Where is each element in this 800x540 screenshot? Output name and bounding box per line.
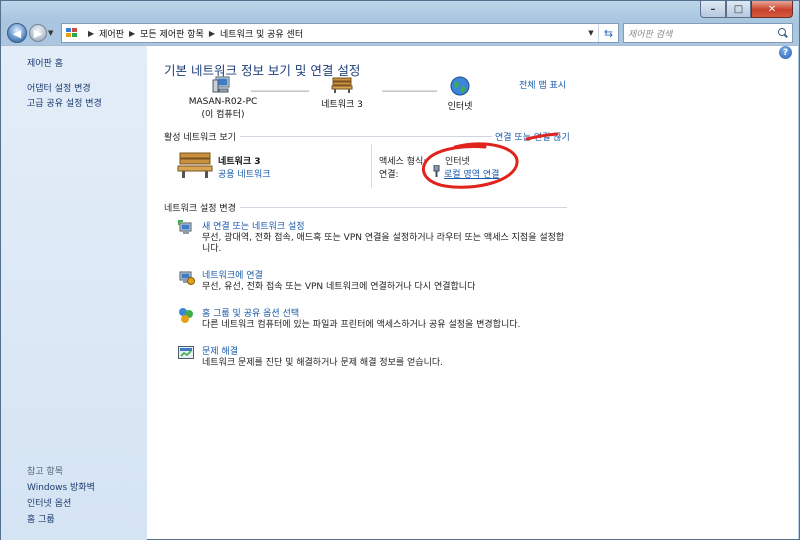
- bench-icon: [331, 77, 353, 93]
- homegroup-icon: [179, 308, 193, 323]
- full-map-link[interactable]: 전체 맵 표시: [519, 78, 566, 91]
- chevron-down-icon: ▼: [588, 29, 594, 37]
- sidebar-item-windows-firewall[interactable]: Windows 방화벽: [27, 480, 95, 493]
- control-panel-icon: [65, 27, 79, 39]
- local-area-connection-link[interactable]: 로컬 영역 연결: [444, 167, 499, 180]
- close-button[interactable]: ✕: [751, 1, 793, 18]
- active-networks-heading: 활성 네트워크 보기: [164, 130, 240, 143]
- network-name: 네트워크 3: [321, 100, 363, 110]
- troubleshoot-icon: [178, 346, 194, 359]
- forward-button[interactable]: ▶: [29, 24, 47, 42]
- sidebar-item-control-panel-home[interactable]: 제어판 홈: [27, 56, 63, 69]
- task-title[interactable]: 홈 그룹 및 공유 옵션 선택: [202, 306, 299, 319]
- breadcrumb-arrow-icon[interactable]: ▶: [88, 29, 94, 38]
- task-description: 무선, 광대역, 전화 접속, 애드혹 또는 VPN 연결을 설정하거나 라우터…: [202, 233, 565, 254]
- task-title[interactable]: 문제 해결: [202, 344, 238, 357]
- chevron-down-icon: ▼: [48, 29, 54, 37]
- client-area: 제어판 홈 어댑터 설정 변경 고급 공유 설정 변경 참고 항목 Window…: [1, 45, 798, 540]
- map-connector-line: [251, 90, 309, 92]
- bench-icon: [177, 152, 213, 178]
- map-node-internet[interactable]: 인터넷: [427, 76, 493, 112]
- access-type-label: 액세스 형식:: [379, 157, 427, 167]
- computer-subtitle: (이 컴퓨터): [201, 110, 245, 120]
- forward-arrow-icon: ▶: [33, 26, 43, 40]
- computer-icon: [212, 76, 230, 93]
- breadcrumb-network-center[interactable]: 네트워크 및 공유 센터: [220, 27, 303, 40]
- address-bar[interactable]: ▶ 제어판 ▶ 모든 제어판 항목 ▶ 네트워크 및 공유 센터 ▼ ⇆: [61, 23, 619, 43]
- refresh-icon: ⇆: [603, 26, 614, 40]
- map-node-computer[interactable]: MASAN-R02-PC (이 컴퓨터): [183, 76, 263, 120]
- recent-pages-dropdown[interactable]: ▼: [48, 29, 58, 37]
- minimize-button[interactable]: –: [700, 1, 726, 18]
- breadcrumb-all-items[interactable]: 모든 제어판 항목: [140, 27, 204, 40]
- breadcrumb-arrow-icon[interactable]: ▶: [209, 29, 215, 38]
- task-description: 네트워크 문제를 진단 및 해결하거나 문제 해결 정보를 얻습니다.: [202, 358, 444, 368]
- task-pane: 제어판 홈 어댑터 설정 변경 고급 공유 설정 변경 참고 항목 Window…: [1, 46, 147, 540]
- network-type-link[interactable]: 공용 네트워크: [218, 167, 271, 180]
- connection-label: 연결:: [379, 170, 399, 180]
- caption-buttons: – □ ✕: [700, 1, 793, 19]
- search-placeholder: 제어판 검색: [628, 29, 673, 40]
- vertical-divider: [371, 144, 372, 188]
- ethernet-icon: [433, 165, 440, 177]
- active-network-name: 네트워크 3: [218, 157, 261, 167]
- globe-icon: [450, 76, 470, 96]
- sidebar-item-adapter-settings[interactable]: 어댑터 설정 변경: [27, 81, 91, 94]
- address-dropdown[interactable]: ▼: [584, 24, 598, 42]
- task-description: 다른 네트워크 컴퓨터에 있는 파일과 프린터에 액세스하거나 공유 설정을 변…: [202, 320, 521, 330]
- search-icon[interactable]: [778, 28, 788, 38]
- sidebar-item-homegroup[interactable]: 홈 그룹: [27, 512, 55, 525]
- breadcrumb-control-panel[interactable]: 제어판: [99, 27, 124, 40]
- access-type-value: 인터넷: [445, 157, 470, 167]
- back-arrow-icon: ◀: [12, 26, 22, 40]
- internet-name: 인터넷: [447, 102, 473, 112]
- sidebar-item-advanced-sharing[interactable]: 고급 공유 설정 변경: [27, 96, 102, 109]
- see-also-heading: 참고 항목: [27, 467, 63, 477]
- new-connection-icon: [178, 220, 192, 234]
- navigation-bar: ◀ ▶ ▼ ▶ 제어판 ▶ 모든 제어판 항목 ▶ 네트워크 및 공유 센터 ▼…: [7, 22, 793, 44]
- main-content: 기본 네트워크 정보 보기 및 연결 설정 전체 맵 표시 MASAN-R02-…: [147, 46, 798, 539]
- computer-name: MASAN-R02-PC: [188, 97, 258, 107]
- connect-disconnect-link[interactable]: 연결 또는 연결 끊기: [492, 130, 570, 143]
- back-button[interactable]: ◀: [7, 23, 27, 43]
- refresh-button[interactable]: ⇆: [598, 24, 618, 42]
- map-node-network[interactable]: 네트워크 3: [307, 76, 377, 110]
- task-title[interactable]: 네트워크에 연결: [202, 268, 263, 281]
- connect-network-icon: [179, 271, 195, 285]
- search-input[interactable]: 제어판 검색: [623, 23, 793, 43]
- maximize-button[interactable]: □: [726, 1, 751, 18]
- breadcrumb-arrow-icon[interactable]: ▶: [129, 29, 135, 38]
- task-title[interactable]: 새 연결 또는 네트워크 설정: [202, 219, 305, 232]
- network-settings-heading: 네트워크 설정 변경: [164, 201, 240, 214]
- task-description: 무선, 유선, 전화 접속 또는 VPN 네트워크에 연결하거나 다시 연결합니…: [202, 282, 476, 292]
- sidebar-item-internet-options[interactable]: 인터넷 옵션: [27, 496, 71, 509]
